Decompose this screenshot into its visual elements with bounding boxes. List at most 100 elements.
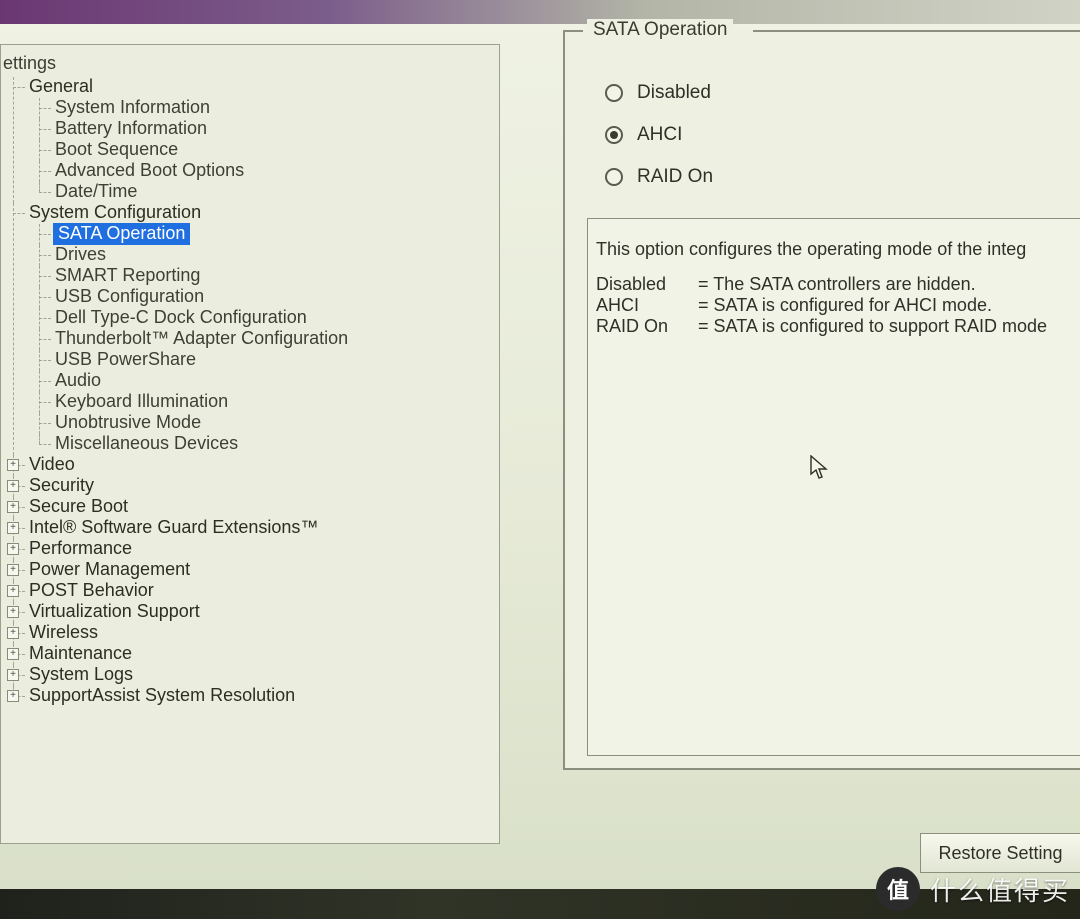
- tree-item-label: SMART Reporting: [53, 265, 204, 287]
- tree-item-label: Advanced Boot Options: [53, 160, 248, 182]
- tree-item-label: Drives: [53, 244, 110, 266]
- expand-icon[interactable]: +: [7, 522, 19, 534]
- tree-group[interactable]: +POST Behavior: [27, 581, 493, 602]
- expand-icon[interactable]: +: [7, 543, 19, 555]
- radio-icon[interactable]: [605, 126, 623, 144]
- expand-icon[interactable]: +: [7, 690, 19, 702]
- tree-group-label: Wireless: [27, 622, 102, 644]
- expand-icon[interactable]: +: [7, 627, 19, 639]
- tree-group[interactable]: +SupportAssist System Resolution: [27, 686, 493, 707]
- description-value: = SATA is configured for AHCI mode.: [698, 295, 1053, 316]
- tree-group-label: Maintenance: [27, 643, 136, 665]
- tree-group-label: Performance: [27, 538, 136, 560]
- tree-item-label: USB PowerShare: [53, 349, 200, 371]
- fieldset-legend: SATA Operation: [587, 19, 733, 41]
- tree-group-label: SupportAssist System Resolution: [27, 685, 299, 707]
- tree-group[interactable]: +Performance: [27, 539, 493, 560]
- tree-group[interactable]: +System Logs: [27, 665, 493, 686]
- tree-group-label: Secure Boot: [27, 496, 132, 518]
- tree-title: ettings: [1, 51, 493, 77]
- description-box: This option configures the operating mod…: [587, 218, 1080, 756]
- window-titlebar: [0, 0, 1080, 24]
- sata-operation-fieldset: SATA Operation DisabledAHCIRAID On This …: [563, 30, 1080, 770]
- tree-group-label: Power Management: [27, 559, 194, 581]
- expand-icon[interactable]: +: [7, 606, 19, 618]
- description-value: = SATA is configured to support RAID mod…: [698, 316, 1053, 337]
- radio-label: RAID On: [637, 166, 713, 188]
- radio-option[interactable]: Disabled: [605, 72, 1080, 114]
- tree-group[interactable]: +Security: [27, 476, 493, 497]
- tree-item[interactable]: Keyboard Illumination: [53, 392, 493, 413]
- description-main: This option configures the operating mod…: [596, 239, 1072, 260]
- description-row: Disabled= The SATA controllers are hidde…: [596, 274, 1053, 295]
- tree-group-label: Security: [27, 475, 98, 497]
- expand-icon[interactable]: +: [7, 669, 19, 681]
- tree-item[interactable]: Advanced Boot Options: [53, 161, 493, 182]
- tree-item-label: SATA Operation: [53, 223, 190, 245]
- tree-item[interactable]: USB Configuration: [53, 287, 493, 308]
- tree-group[interactable]: −System Configuration: [27, 203, 493, 224]
- tree-group[interactable]: +Wireless: [27, 623, 493, 644]
- expand-icon[interactable]: +: [7, 459, 19, 471]
- tree-group-label: Intel® Software Guard Extensions™: [27, 517, 322, 539]
- description-key: Disabled: [596, 274, 698, 295]
- tree-group[interactable]: +Video: [27, 455, 493, 476]
- tree-item[interactable]: System Information: [53, 98, 493, 119]
- tree-item-label: Miscellaneous Devices: [53, 433, 242, 455]
- restore-settings-button[interactable]: Restore Setting: [920, 833, 1080, 873]
- detail-panel: SATA Operation DisabledAHCIRAID On This …: [563, 30, 1080, 770]
- tree-item[interactable]: Battery Information: [53, 119, 493, 140]
- expand-icon[interactable]: +: [7, 564, 19, 576]
- radio-icon[interactable]: [605, 84, 623, 102]
- tree-item-label: Keyboard Illumination: [53, 391, 232, 413]
- tree-item-label: Thunderbolt™ Adapter Configuration: [53, 328, 352, 350]
- bottom-bezel: [0, 889, 1080, 919]
- radio-icon[interactable]: [605, 168, 623, 186]
- expand-icon[interactable]: +: [7, 585, 19, 597]
- settings-tree-panel: ettings −GeneralSystem InformationBatter…: [0, 44, 500, 844]
- radio-label: AHCI: [637, 124, 682, 146]
- expand-icon[interactable]: +: [7, 501, 19, 513]
- radio-option[interactable]: RAID On: [605, 156, 1080, 198]
- tree-item-label: System Information: [53, 97, 214, 119]
- tree-item[interactable]: Drives: [53, 245, 493, 266]
- description-key: AHCI: [596, 295, 698, 316]
- tree-group-label: Virtualization Support: [27, 601, 204, 623]
- tree-item[interactable]: SATA Operation: [53, 224, 493, 245]
- tree-item-label: Dell Type-C Dock Configuration: [53, 307, 311, 329]
- tree-item-label: Battery Information: [53, 118, 211, 140]
- description-key: RAID On: [596, 316, 698, 337]
- description-row: RAID On= SATA is configured to support R…: [596, 316, 1053, 337]
- tree-item-label: Unobtrusive Mode: [53, 412, 205, 434]
- tree-item-label: Audio: [53, 370, 105, 392]
- expand-icon[interactable]: +: [7, 480, 19, 492]
- tree-group-label: POST Behavior: [27, 580, 158, 602]
- tree-item[interactable]: Audio: [53, 371, 493, 392]
- tree-item-label: Date/Time: [53, 181, 141, 203]
- radio-label: Disabled: [637, 82, 711, 104]
- tree-group[interactable]: +Secure Boot: [27, 497, 493, 518]
- description-value: = The SATA controllers are hidden.: [698, 274, 1053, 295]
- tree-group[interactable]: −General: [27, 77, 493, 98]
- tree-group[interactable]: +Power Management: [27, 560, 493, 581]
- tree-item[interactable]: Miscellaneous Devices: [53, 434, 493, 455]
- tree-group-label: System Logs: [27, 664, 137, 686]
- tree-group-label: Video: [27, 454, 79, 476]
- radio-option[interactable]: AHCI: [605, 114, 1080, 156]
- expand-icon[interactable]: +: [7, 648, 19, 660]
- tree-item[interactable]: Thunderbolt™ Adapter Configuration: [53, 329, 493, 350]
- tree-item-label: USB Configuration: [53, 286, 208, 308]
- tree-group[interactable]: +Virtualization Support: [27, 602, 493, 623]
- tree-item-label: Boot Sequence: [53, 139, 182, 161]
- tree-item[interactable]: Dell Type-C Dock Configuration: [53, 308, 493, 329]
- tree-group-label: System Configuration: [27, 202, 205, 224]
- tree-item[interactable]: Unobtrusive Mode: [53, 413, 493, 434]
- tree-item[interactable]: Boot Sequence: [53, 140, 493, 161]
- tree-item[interactable]: SMART Reporting: [53, 266, 493, 287]
- tree-group-label: General: [27, 76, 97, 98]
- tree-item[interactable]: USB PowerShare: [53, 350, 493, 371]
- description-row: AHCI= SATA is configured for AHCI mode.: [596, 295, 1053, 316]
- tree-group[interactable]: +Maintenance: [27, 644, 493, 665]
- tree-group[interactable]: +Intel® Software Guard Extensions™: [27, 518, 493, 539]
- tree-item[interactable]: Date/Time: [53, 182, 493, 203]
